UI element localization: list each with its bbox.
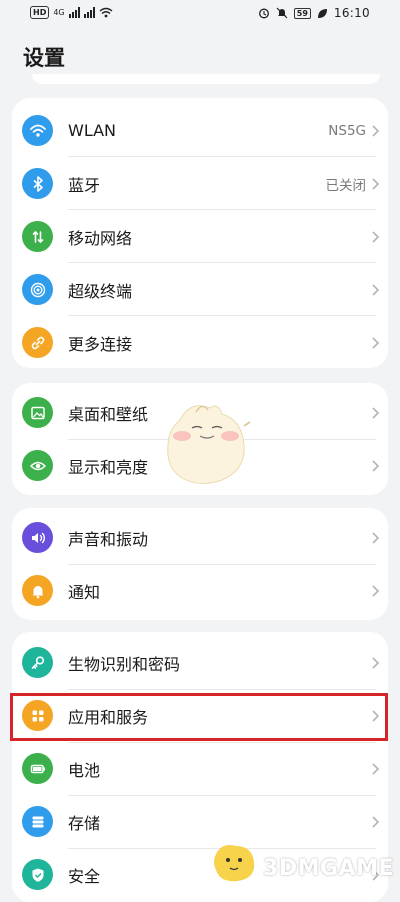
chevron-right-icon [372,656,380,669]
hd-indicator: HD [30,6,50,19]
chevron-right-icon [372,584,380,597]
super-device-icon [22,274,53,305]
chevron-right-icon [372,459,380,472]
settings-item-label: 存储 [68,813,101,833]
chevron-right-icon [372,283,380,296]
watermark-text: 3DMGAME [263,856,394,881]
chevron-right-icon [372,531,380,544]
settings-item-mobile-network[interactable]: 移动网络 [12,210,388,263]
chevron-right-icon [372,177,380,190]
leaf-icon [317,8,327,18]
settings-item-label: 安全 [68,866,101,886]
chevron-right-icon [372,406,380,419]
wallpaper-icon [22,397,53,428]
search-bar-edge [32,74,380,84]
settings-item-notifications[interactable]: 通知 [12,564,388,617]
settings-item-sound[interactable]: 声音和振动 [12,511,388,564]
settings-item-label: 通知 [68,582,101,602]
bell-icon [22,575,53,606]
highlight-box [10,693,388,741]
mascot-logo [214,845,255,882]
eye-icon [22,450,53,481]
bluetooth-icon [22,168,53,199]
settings-item-label: 蓝牙 [68,175,101,195]
key-icon [22,647,53,678]
battery-status-icon: 59 [293,7,311,19]
settings-item-label: 桌面和壁纸 [68,404,149,424]
signal-2-icon [83,7,95,18]
clock: 16:10 [333,6,370,20]
chevron-right-icon [372,815,380,828]
wifi-icon [22,115,53,146]
sound-icon [22,522,53,553]
settings-item-label: 更多连接 [68,334,133,354]
settings-group-sound: 声音和振动 通知 [12,508,388,620]
settings-item-label: 移动网络 [68,228,133,248]
battery-icon [22,753,53,784]
signal-icon [68,7,80,18]
settings-item-label: WLAN [68,121,117,140]
chevron-right-icon [372,336,380,349]
settings-item-super-device[interactable]: 超级终端 [12,263,388,316]
alarm-icon [258,8,269,19]
settings-item-label: 声音和振动 [68,529,149,549]
settings-item-label: 超级终端 [68,281,133,301]
chevron-right-icon [372,762,380,775]
settings-item-label: 生物识别和密码 [68,654,181,674]
settings-group-connectivity: WLAN NS5G 蓝牙 已关闭 移动网络 超级终端 更多连接 [12,98,388,368]
settings-item-label: 显示和亮度 [68,457,149,477]
settings-item-battery[interactable]: 电池 [12,742,388,795]
settings-item-bluetooth[interactable]: 蓝牙 已关闭 [12,157,388,210]
storage-icon [22,806,53,837]
mobile-data-icon [22,221,53,252]
settings-item-label: 电池 [68,760,101,780]
wifi-status-icon [99,7,113,18]
status-bar: HD 4G 59 16:10 [0,0,400,28]
settings-item-value: NS5G [328,122,366,139]
chevron-right-icon [372,124,380,137]
settings-item-value: 已关闭 [325,177,367,194]
page-title: 设置 [23,46,65,70]
shield-icon [22,859,53,890]
mascot-watermark [167,405,251,484]
settings-item-biometrics[interactable]: 生物识别和密码 [12,636,388,689]
settings-item-more-connections[interactable]: 更多连接 [12,316,388,369]
mute-icon [276,7,288,19]
settings-item-storage[interactable]: 存储 [12,795,388,848]
link-icon [22,327,53,358]
settings-item-wlan[interactable]: WLAN NS5G [12,104,388,157]
network-type: 4G [53,8,65,17]
chevron-right-icon [372,230,380,243]
